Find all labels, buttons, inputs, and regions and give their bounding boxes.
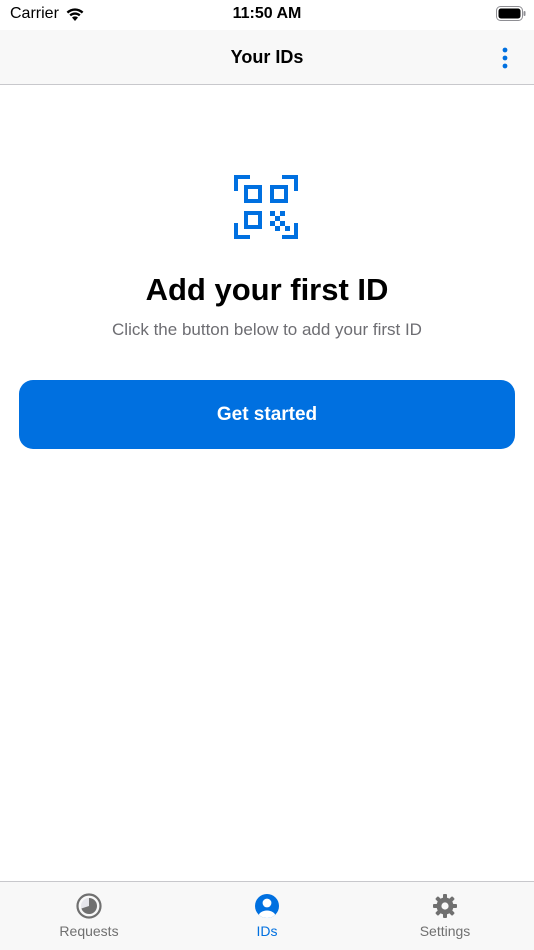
page-title: Your IDs [230,47,304,67]
tab-requests[interactable]: Requests [0,882,178,950]
status-time: 11:50 AM [232,5,302,22]
tab-requests-label: Requests [59,923,119,939]
navigation-bar: Your IDs [0,30,534,85]
qr-code-icon [234,175,298,239]
more-vertical-icon[interactable] [498,46,512,70]
tab-settings[interactable]: Settings [356,882,534,950]
tab-ids-label: IDs [256,923,278,939]
tab-bar: Requests IDs Settings [0,881,534,950]
battery-icon [496,6,526,21]
status-bar: Carrier 11:50 AM [0,0,534,30]
clock-icon [76,893,102,919]
gear-icon [433,894,457,918]
screen: Carrier 11:50 AM Your IDs Add your first… [0,0,534,950]
empty-state-title: Add your first ID [145,272,389,307]
tab-ids[interactable]: IDs [178,882,356,950]
person-circle-icon [255,894,279,918]
get-started-button[interactable]: Get started [19,380,515,449]
tab-settings-label: Settings [419,923,471,939]
empty-state-subtitle: Click the button below to add your first… [112,320,422,339]
